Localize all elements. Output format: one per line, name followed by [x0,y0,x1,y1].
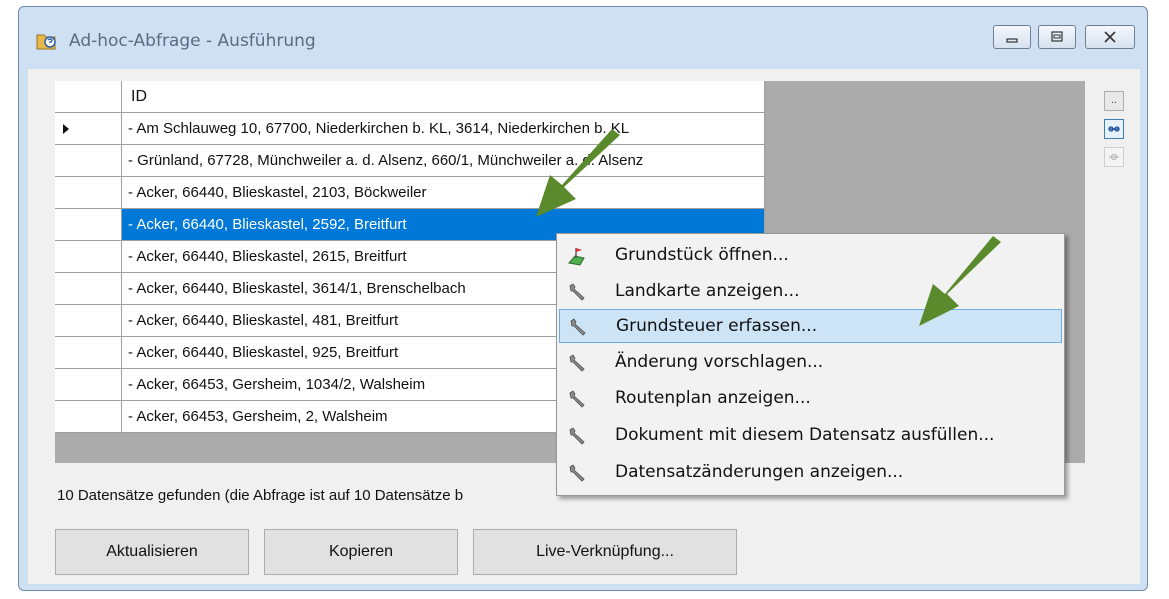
parcel-flag-icon [568,248,585,266]
wrench-icon [569,427,585,445]
table-row[interactable]: - Am Schlauweg 10, 67700, Niederkirchen … [55,113,765,145]
row-header[interactable] [55,145,122,177]
unlink-button[interactable] [1104,147,1124,167]
id-cell[interactable]: - Grünland, 67728, Münchweiler a. d. Als… [122,145,765,177]
menu-item-label: Routenplan anzeigen... [615,388,811,408]
menu-item-label: Grundstück öffnen... [615,245,789,265]
id-cell[interactable]: - Acker, 66440, Blieskastel, 2103, Böckw… [122,177,765,209]
table-row[interactable]: - Acker, 66440, Blieskastel, 2103, Böckw… [55,177,765,209]
row-header[interactable] [55,337,122,369]
live-link-button[interactable]: Live-Verknüpfung... [473,529,737,575]
wrench-icon [569,283,585,301]
copy-button[interactable]: Kopieren [264,529,458,575]
row-header[interactable] [55,177,122,209]
menu-item-show-record-changes[interactable]: Datensatzänderungen anzeigen... [559,456,1062,490]
wrench-icon [570,318,586,336]
row-header[interactable] [55,305,122,337]
grid-header-row: ID [55,81,765,113]
row-header[interactable] [55,401,122,433]
column-header-id[interactable]: ID [122,81,765,113]
minimize-button[interactable] [993,25,1031,49]
row-header-corner [55,81,122,113]
row-header[interactable] [55,241,122,273]
title-bar[interactable]: Ad-hoc-Abfrage - Ausführung [19,7,1147,69]
menu-item-show-route[interactable]: Routenplan anzeigen... [559,382,1062,416]
maximize-button[interactable] [1038,25,1076,49]
link-icon [1108,126,1120,132]
id-cell[interactable]: - Am Schlauweg 10, 67700, Niederkirchen … [122,113,765,145]
table-row[interactable]: - Grünland, 67728, Münchweiler a. d. Als… [55,145,765,177]
close-button[interactable] [1085,25,1135,49]
row-header[interactable] [55,113,122,145]
restore-icon [1051,31,1063,42]
current-row-indicator-icon [63,124,69,134]
menu-item-label: Datensatzänderungen anzeigen... [615,462,904,482]
row-header[interactable] [55,273,122,305]
menu-item-label: Landkarte anzeigen... [615,281,800,301]
menu-item-label: Änderung vorschlagen... [615,352,824,372]
row-header[interactable] [55,209,122,241]
more-options-button[interactable]: .. [1104,91,1124,111]
menu-item-label: Grundsteuer erfassen... [616,316,818,336]
wrench-icon [569,354,585,372]
link-button[interactable] [1104,119,1124,139]
close-icon [1104,31,1116,43]
menu-item-fill-document[interactable]: Dokument mit diesem Datensatz ausfüllen.… [559,419,1062,453]
query-folder-icon [36,34,56,50]
row-header[interactable] [55,369,122,401]
menu-item-suggest-change[interactable]: Änderung vorschlagen... [559,346,1062,380]
minimize-icon [1006,38,1018,43]
unlink-icon [1109,153,1119,161]
wrench-icon [569,464,585,482]
menu-item-label: Dokument mit diesem Datensatz ausfüllen.… [615,425,995,445]
window-title: Ad-hoc-Abfrage - Ausführung [69,31,316,51]
wrench-icon [569,390,585,408]
refresh-button[interactable]: Aktualisieren [55,529,249,575]
annotation-arrow-icon [919,236,1001,326]
annotation-arrow-icon [536,129,620,217]
status-text: 10 Datensätze gefunden (die Abfrage ist … [57,487,464,504]
